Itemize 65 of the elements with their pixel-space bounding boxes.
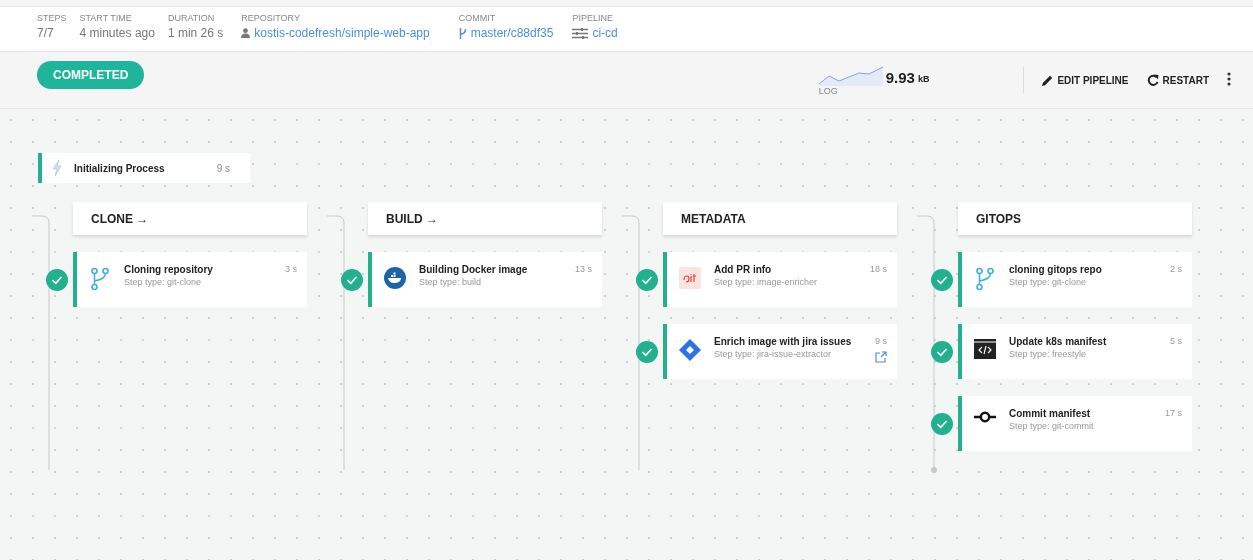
stat-value: 1 min 26 s [167, 26, 224, 40]
step-duration: 17 s [1165, 408, 1182, 418]
init-step-card[interactable]: Initializing Process 9 s [38, 153, 250, 183]
step-title: cloning gitops repo [1009, 264, 1103, 275]
stat-label: DURATION [167, 13, 216, 23]
external-link-icon[interactable] [875, 351, 887, 363]
status-badge: COMPLETED [37, 61, 145, 89]
user-icon [241, 28, 251, 38]
whale-icon [384, 267, 406, 289]
step-type: Step type: git-commit [1009, 421, 1095, 431]
sliders-icon [572, 27, 589, 39]
stat-value: 4 minutes ago [79, 26, 155, 40]
pencil-icon [1042, 74, 1054, 86]
branch-icon [458, 27, 467, 39]
stage-header: METADATA [663, 202, 897, 235]
branch-icon [976, 267, 994, 291]
stat-label: STEPS [37, 13, 67, 23]
stat-label: PIPELINE [572, 13, 614, 23]
step-type: Step type: git-clone [1009, 277, 1088, 287]
step-title: Update k8s manifest [1009, 336, 1108, 347]
step-title: Enrich image with jira issues [714, 336, 853, 347]
restart-icon [1146, 74, 1159, 86]
step-title: Add PR info [714, 264, 773, 275]
edit-pipeline-button[interactable]: EDIT PIPELINE [1040, 72, 1131, 88]
step-card[interactable]: Enrich image with jira issues Step type: jira-issue-extractor 9 s [663, 324, 897, 379]
step-title: Cloning repository [124, 264, 214, 275]
lightning-icon [52, 160, 62, 176]
stage-header: GITOPS [958, 202, 1192, 235]
code-window-icon [974, 339, 996, 359]
step-duration: 9 s [216, 162, 230, 174]
step-type: Step type: build [419, 277, 483, 287]
sparkline [818, 64, 883, 86]
step-card[interactable]: Add PR info Step type: image-enricher 18 s [663, 252, 897, 307]
branch-icon [91, 267, 109, 291]
step-duration: 2 s [1170, 264, 1182, 274]
step-duration: 9 s [875, 336, 887, 346]
commit-icon [974, 411, 996, 423]
step-card[interactable]: Building Docker image Step type: build 13 s [368, 252, 602, 307]
step-duration: 18 s [870, 264, 887, 274]
stage-header: BUILD → [368, 202, 602, 235]
step-type: Step type: jira-issue-extractor [714, 349, 833, 359]
step-card[interactable]: Update k8s manifest Step type: freestyle 5 s [958, 324, 1192, 379]
step-card[interactable]: cloning gitops repo Step type: git-clone 2 s [958, 252, 1192, 307]
step-type: Step type: image-enricher [714, 277, 819, 287]
stage-header: CLONE → [73, 202, 307, 235]
step-duration: 5 s [1170, 336, 1182, 346]
step-title: Commit manifest [1009, 408, 1092, 419]
step-type: Step type: freestyle [1009, 349, 1088, 359]
step-title: Initializing Process [74, 162, 166, 174]
stat-label: REPOSITORY [241, 13, 301, 23]
git-icon [679, 267, 701, 289]
step-title: Building Docker image [419, 264, 529, 275]
step-duration: 3 s [285, 264, 297, 274]
log-unit: kB [917, 74, 930, 86]
stat-label: COMMIT [458, 13, 497, 23]
restart-button[interactable]: RESTART [1144, 72, 1211, 88]
step-duration: 13 s [575, 264, 592, 274]
log-size: 9.93 [885, 69, 915, 86]
stat-label: START TIME [79, 13, 133, 23]
step-type: Step type: git-clone [124, 277, 203, 287]
step-card[interactable]: Commit manifest Step type: git-commit 17 s [958, 396, 1192, 451]
diamond-icon [679, 339, 701, 361]
step-card[interactable]: Cloning repository Step type: git-clone 3 s [73, 252, 307, 307]
log-label: LOG [818, 86, 839, 96]
stat-value: 7/7 [37, 26, 54, 40]
